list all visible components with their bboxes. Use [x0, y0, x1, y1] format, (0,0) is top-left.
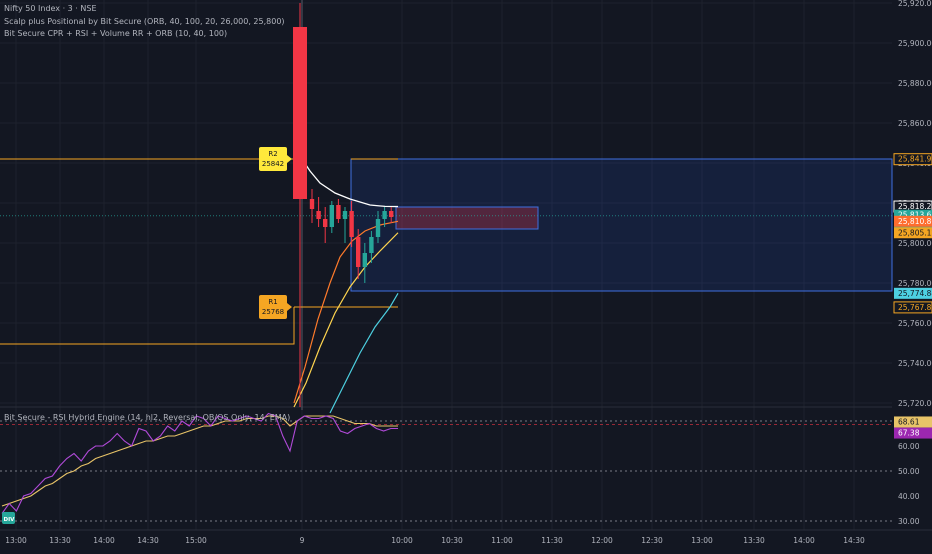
time-tick-label: 14:30	[843, 536, 865, 545]
level-label-name: R1	[268, 298, 277, 306]
price-tag-label: 25,810.86	[898, 217, 932, 226]
candle-body	[375, 219, 381, 237]
candle-body	[356, 237, 361, 267]
candle-body	[293, 27, 307, 199]
rsi-tag-label: 67.38	[898, 429, 920, 438]
candle-body	[336, 205, 341, 219]
candle-body	[342, 211, 348, 219]
candle-body	[369, 237, 374, 253]
rsi-tick-label: 50.00	[898, 467, 920, 476]
div-badge-label: DIV	[4, 517, 16, 523]
rsi-legend[interactable]: Bit Secure - RSI Hybrid Engine (14, hl2,…	[4, 413, 290, 422]
candle-body	[349, 211, 354, 237]
entry-zone-box	[395, 206, 539, 230]
time-tick-label: 13:00	[5, 536, 27, 545]
candle-body	[382, 211, 387, 219]
level-label-name: R2	[268, 150, 277, 158]
time-tick-label: 14:30	[137, 536, 159, 545]
rsi-tag-label: 68.61	[898, 417, 920, 426]
level-label-value: 25842	[262, 160, 284, 168]
price-tag: 25,805.12	[894, 227, 932, 239]
price-tick-label: 25,860.00	[898, 119, 932, 128]
rsi-tick-label: 60.00	[898, 442, 920, 451]
time-tick-label: 11:00	[491, 536, 513, 545]
price-tick-label: 25,900.00	[898, 39, 932, 48]
price-tag: 25,810.86	[894, 215, 932, 227]
price-tick-label: 25,720.00	[898, 399, 932, 408]
price-tick-label: 25,800.00	[898, 239, 932, 248]
time-tick-label: 13:30	[49, 536, 71, 545]
time-tick-label: 13:00	[691, 536, 713, 545]
time-tick-label: 14:00	[93, 536, 115, 545]
candle-body	[362, 253, 367, 267]
price-tag: 25,767.80	[893, 301, 932, 314]
indicator-legend-2[interactable]: Bit Secure CPR + RSI + Volume RR + ORB (…	[4, 29, 227, 38]
candle-body	[316, 211, 321, 219]
div-badge: DIV	[2, 512, 15, 524]
indicator-legend-1[interactable]: Scalp plus Positional by Bit Secure (ORB…	[4, 17, 285, 26]
price-tag-label: 25,805.12	[898, 228, 932, 237]
chart-svg[interactable]: R2 25842 R1 25768 DIV 25,720.00 25,740.00 25,…	[0, 0, 932, 550]
price-tick-label: 25,920.00	[898, 0, 932, 8]
time-tick-label: 10:00	[391, 536, 413, 545]
price-tick-label: 25,780.00	[898, 279, 932, 288]
candle-body	[389, 211, 394, 217]
price-tag-label: 25,841.90	[898, 155, 932, 164]
price-tag-label: 25,818.23	[898, 202, 932, 211]
time-tick-label: 10:30	[441, 536, 463, 545]
time-tick-label: 12:30	[641, 536, 663, 545]
price-tick-label: 25,880.00	[898, 79, 932, 88]
time-tick-label: 9	[300, 536, 305, 545]
price-tick-label: 25,760.00	[898, 319, 932, 328]
time-tick-label: 12:00	[591, 536, 613, 545]
rsi-tick-label: 40.00	[898, 492, 920, 501]
level-label-value: 25768	[262, 308, 284, 316]
time-tick-label: 14:00	[793, 536, 815, 545]
rsi-tick-label: 30.00	[898, 517, 920, 526]
price-tag-label: 25,774.84	[898, 289, 932, 298]
price-tag: 25,774.84	[894, 287, 932, 299]
candle-body	[329, 205, 334, 227]
candle-body	[323, 219, 328, 227]
time-tick-label: 13:30	[743, 536, 765, 545]
price-tick-label: 25,740.00	[898, 359, 932, 368]
candle-body	[309, 199, 315, 209]
symbol-title[interactable]: Nifty 50 Index · 3 · NSE	[4, 4, 97, 13]
price-tag: 25,841.90	[893, 153, 932, 166]
chart-area[interactable]: R2 25842 R1 25768 DIV 25,720.00 25,740.00 25,…	[0, 0, 932, 550]
rsi-value-tag: 67.38	[894, 427, 932, 439]
price-tag-label: 25,767.80	[898, 303, 932, 312]
time-tick-label: 11:30	[541, 536, 563, 545]
time-tick-label: 15:00	[185, 536, 207, 545]
rsi-value-tag: 68.61	[894, 416, 932, 428]
